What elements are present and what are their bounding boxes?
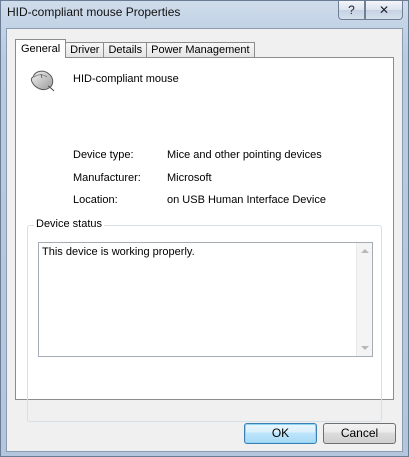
close-icon: ✕ <box>378 3 390 17</box>
device-status-textbox[interactable]: This device is working properly. <box>38 242 373 357</box>
manufacturer-label: Manufacturer: <box>73 172 141 184</box>
location-label: Location: <box>73 194 118 206</box>
tab-power-management[interactable]: Power Management <box>146 42 255 58</box>
help-icon: ? <box>348 3 355 17</box>
window-title: HID-compliant mouse Properties <box>7 5 181 19</box>
cancel-button[interactable]: Cancel <box>323 423 396 444</box>
device-name: HID-compliant mouse <box>73 73 179 85</box>
close-button[interactable]: ✕ <box>365 1 403 20</box>
scroll-up-icon[interactable] <box>361 249 369 253</box>
status-scrollbar[interactable] <box>356 243 372 356</box>
title-bar[interactable]: HID-compliant mouse Properties ? ✕ <box>1 1 408 28</box>
ok-button[interactable]: OK <box>244 423 317 444</box>
device-status-group: Device status This device is working pro… <box>27 218 382 422</box>
location-value: on USB Human Interface Device <box>167 194 326 206</box>
device-status-text: This device is working properly. <box>42 246 195 258</box>
device-type-value: Mice and other pointing devices <box>167 149 322 161</box>
tab-details[interactable]: Details <box>103 42 148 58</box>
tab-driver[interactable]: Driver <box>65 42 105 58</box>
properties-dialog: HID-compliant mouse Properties ? ✕ Gener… <box>0 0 409 457</box>
device-type-label: Device type: <box>73 149 134 161</box>
manufacturer-value: Microsoft <box>167 172 212 184</box>
dialog-client-area: General Driver Details Power Management … <box>6 28 403 452</box>
tab-strip: General Driver Details Power Management <box>15 38 255 58</box>
tab-general[interactable]: General <box>15 39 67 58</box>
mouse-icon <box>30 70 55 92</box>
help-button[interactable]: ? <box>338 1 365 20</box>
device-status-title: Device status <box>34 218 105 230</box>
general-tab-panel: HID-compliant mouse Device type: Mice an… <box>15 57 394 422</box>
scroll-down-icon[interactable] <box>361 346 369 350</box>
